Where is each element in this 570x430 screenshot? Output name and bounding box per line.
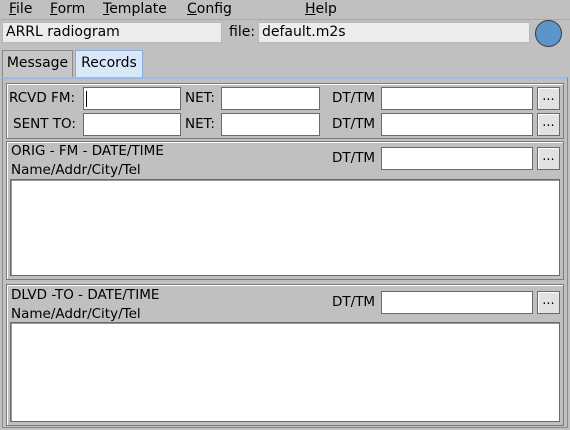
sent-to-input[interactable] bbox=[83, 113, 181, 136]
sent-net-label: NET: bbox=[185, 116, 215, 132]
orig-text-area[interactable] bbox=[10, 179, 560, 276]
file-name-display: default.m2s bbox=[258, 22, 530, 43]
sent-to-label: SENT TO: bbox=[13, 116, 76, 132]
form-title-display: ARRL radiogram bbox=[2, 22, 222, 43]
rcvd-dttm-input[interactable] bbox=[381, 87, 533, 110]
rcvd-fm-input[interactable] bbox=[83, 87, 181, 110]
dlvd-dttm-input[interactable] bbox=[381, 291, 533, 314]
rcvd-net-input[interactable] bbox=[221, 87, 320, 110]
rcvd-fm-label: RCVD FM: bbox=[9, 90, 76, 106]
rcvd-dttm-picker-button[interactable]: ... bbox=[537, 87, 560, 110]
sent-dttm-label: DT/TM bbox=[332, 116, 376, 132]
orig-dttm-picker-button[interactable]: ... bbox=[537, 147, 560, 170]
dlvd-text-area[interactable] bbox=[10, 322, 560, 422]
sent-dttm-input[interactable] bbox=[381, 113, 533, 136]
sent-net-input[interactable] bbox=[221, 113, 320, 136]
menu-bar: File Form Template Config Help bbox=[0, 0, 570, 20]
orig-dttm-input[interactable] bbox=[381, 147, 533, 170]
status-indicator[interactable] bbox=[535, 20, 562, 47]
text-cursor bbox=[86, 91, 87, 107]
sent-dttm-picker-button[interactable]: ... bbox=[537, 113, 560, 136]
tab-message[interactable]: Message bbox=[2, 50, 73, 77]
menu-help[interactable]: Help bbox=[305, 1, 337, 17]
tab-records[interactable]: Records bbox=[75, 50, 143, 77]
menu-file[interactable]: File bbox=[9, 1, 32, 17]
dlvd-dttm-label: DT/TM bbox=[332, 294, 376, 310]
menu-template[interactable]: Template bbox=[103, 1, 167, 17]
menu-config[interactable]: Config bbox=[187, 1, 232, 17]
file-label: file: bbox=[229, 24, 256, 40]
dlvd-subtitle: Name/Addr/City/Tel bbox=[11, 306, 141, 322]
menu-form[interactable]: Form bbox=[50, 1, 85, 17]
orig-subtitle: Name/Addr/City/Tel bbox=[11, 162, 141, 178]
rcvd-net-label: NET: bbox=[185, 90, 215, 106]
orig-title: ORIG - FM - DATE/TIME bbox=[11, 143, 164, 159]
dlvd-dttm-picker-button[interactable]: ... bbox=[537, 291, 560, 314]
rcvd-dttm-label: DT/TM bbox=[332, 90, 376, 106]
dlvd-title: DLVD -TO - DATE/TIME bbox=[11, 287, 160, 303]
orig-dttm-label: DT/TM bbox=[332, 150, 376, 166]
